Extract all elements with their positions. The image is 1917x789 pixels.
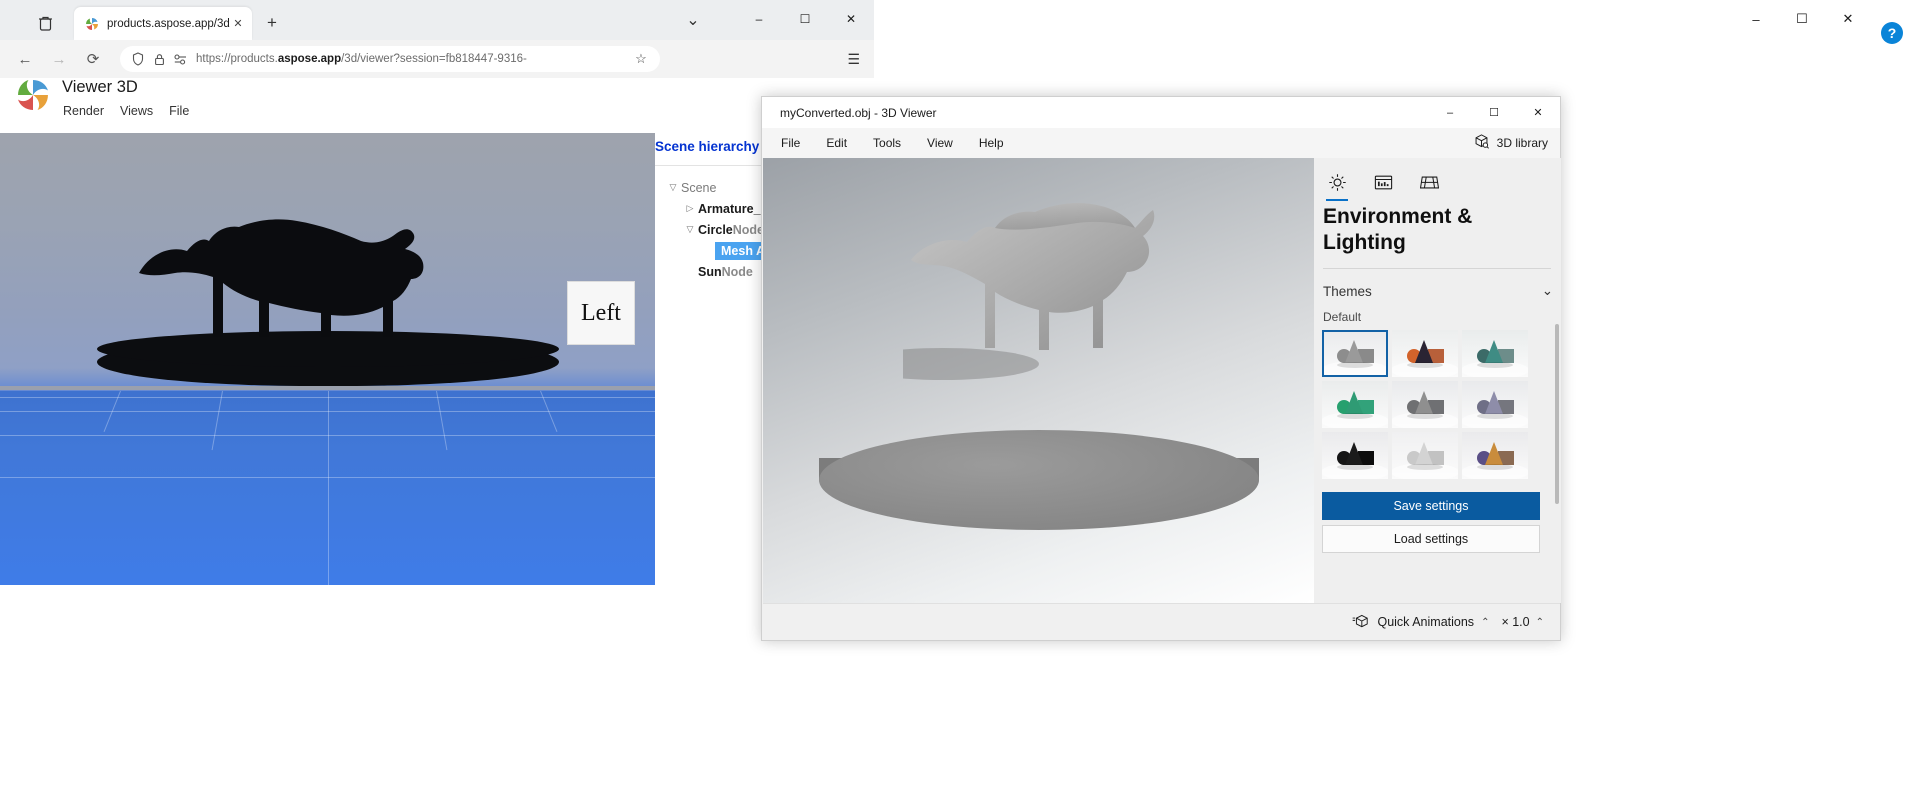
theme-swatch-black[interactable]: [1322, 432, 1388, 479]
hierarchy-node-label: Scene: [681, 180, 717, 195]
theme-swatch-violet[interactable]: [1462, 381, 1528, 428]
panel-tabs: [1314, 164, 1561, 201]
browser-navbar: ← → ⟳ https://products.aspose.app/3d/vie…: [0, 40, 874, 78]
viewport-dog-silhouette: [139, 219, 424, 337]
scene-hierarchy-heading: Scene hierarchy t: [655, 139, 768, 154]
chevron-up-icon[interactable]: ⌃: [1481, 617, 1489, 628]
triangle-collapsed-icon[interactable]: ▷: [682, 203, 698, 214]
3d-viewer-canvas[interactable]: [763, 158, 1314, 603]
new-tab-button[interactable]: +: [258, 9, 286, 37]
menu-file[interactable]: File: [768, 136, 813, 150]
sun-icon[interactable]: [1314, 167, 1360, 201]
theme-group-label: Default: [1323, 310, 1362, 324]
viewer-minimize-button[interactable]: –: [1428, 97, 1472, 128]
theme-swatch-default[interactable]: [1322, 330, 1388, 377]
bookmark-star-icon[interactable]: ☆: [631, 51, 651, 67]
back-icon[interactable]: ←: [8, 44, 42, 74]
theme-swatch-grey[interactable]: [1392, 381, 1458, 428]
browser-menu-icon[interactable]: ☰: [847, 51, 860, 68]
screen: – ☐ ✕ ? products.aspose.app/3d ✕ + ⌄ – ☐…: [0, 0, 1917, 789]
close-icon[interactable]: ✕: [230, 16, 246, 32]
hierarchy-node-label: Armature_: [698, 201, 761, 216]
theme-swatch-sunset[interactable]: [1462, 432, 1528, 479]
animation-cube-icon: [1352, 613, 1370, 632]
playback-speed-control[interactable]: × 1.0 ⌃: [1501, 615, 1544, 629]
viewport-horizon: [0, 386, 655, 390]
lock-icon: [150, 50, 168, 68]
browser-tab-title: products.aspose.app/3d/viewer: [107, 17, 230, 30]
theme-swatch-warm[interactable]: [1392, 330, 1458, 377]
model-platform-top: [819, 430, 1259, 530]
chevron-up-icon[interactable]: ⌃: [1536, 617, 1544, 628]
save-settings-button[interactable]: Save settings: [1322, 492, 1540, 520]
properties-panel: Environment & Lighting Themes ⌄ Default …: [1314, 158, 1561, 603]
address-bar[interactable]: https://products.aspose.app/3d/viewer?se…: [120, 46, 660, 72]
browser-tabstrip: products.aspose.app/3d/viewer ✕ + ⌄ – ☐ …: [0, 0, 874, 40]
3d-viewer-title: myConverted.obj - 3D Viewer: [780, 105, 937, 120]
address-bar-url: https://products.aspose.app/3d/viewer?se…: [196, 53, 527, 65]
menu-item-views[interactable]: Views: [120, 104, 153, 118]
reload-icon[interactable]: ⟳: [76, 44, 110, 74]
viewer-maximize-button[interactable]: ☐: [1472, 97, 1516, 128]
bg-maximize-button[interactable]: ☐: [1779, 0, 1825, 38]
browser-close-button[interactable]: ✕: [828, 0, 874, 38]
hierarchy-node-label: Circle: [698, 222, 733, 237]
3d-library-button[interactable]: 3D library: [1473, 133, 1548, 153]
triangle-expanded-icon[interactable]: ▽: [682, 224, 698, 235]
bg-minimize-button[interactable]: –: [1733, 0, 1779, 38]
model-dog: [903, 203, 1155, 380]
3d-library-label: 3D library: [1496, 136, 1548, 150]
browser-tab[interactable]: products.aspose.app/3d/viewer ✕: [74, 7, 252, 40]
panel-scrollbar[interactable]: [1555, 324, 1559, 504]
browser-maximize-button[interactable]: ☐: [782, 0, 828, 38]
quick-animations-control[interactable]: Quick Animations ⌃: [1352, 613, 1489, 632]
menu-view[interactable]: View: [914, 136, 966, 150]
viewport-ground: [0, 390, 655, 585]
browser-window: products.aspose.app/3d/viewer ✕ + ⌄ – ☐ …: [0, 0, 874, 717]
aspose-3d-viewport[interactable]: Left: [0, 133, 655, 585]
panel-heading: Environment & Lighting: [1323, 205, 1473, 254]
permissions-icon[interactable]: [171, 50, 189, 68]
shield-icon: [129, 50, 147, 68]
aspose-logo-icon: [84, 16, 100, 32]
aspose-brand-logo-icon: [14, 76, 52, 114]
3d-viewer-statusbar: Quick Animations ⌃ × 1.0 ⌃: [763, 603, 1560, 640]
menu-item-render[interactable]: Render: [63, 104, 104, 118]
theme-swatch-green[interactable]: [1322, 381, 1388, 428]
viewer-close-button[interactable]: ✕: [1516, 97, 1560, 128]
image-icon[interactable]: [1360, 167, 1406, 197]
playback-speed-value: × 1.0: [1501, 615, 1530, 629]
3d-viewer-window: myConverted.obj - 3D Viewer – ☐ ✕ File E…: [761, 96, 1561, 641]
chevron-down-icon[interactable]: ⌄: [682, 9, 704, 31]
browser-minimize-button[interactable]: –: [736, 0, 782, 38]
menu-tools[interactable]: Tools: [860, 136, 914, 150]
menu-item-file[interactable]: File: [169, 104, 189, 118]
grid-icon[interactable]: [1406, 167, 1452, 197]
menu-edit[interactable]: Edit: [813, 136, 860, 150]
quick-animations-label: Quick Animations: [1377, 615, 1475, 629]
hierarchy-node-type: Node: [721, 264, 753, 279]
hierarchy-node-label: Sun: [698, 264, 722, 279]
3d-viewer-menubar: File Edit Tools View Help: [762, 128, 1560, 158]
divider: [1323, 268, 1551, 269]
forward-icon[interactable]: →: [42, 44, 76, 74]
aspose-page-menu: Render Views File: [63, 104, 189, 118]
bg-close-button[interactable]: ✕: [1825, 0, 1871, 38]
triangle-expanded-icon[interactable]: ▽: [665, 182, 681, 193]
themes-section-header[interactable]: Themes ⌄: [1323, 278, 1553, 304]
hierarchy-node-type: Node: [732, 222, 764, 237]
tab-actions-icon[interactable]: [26, 6, 64, 40]
menu-help[interactable]: Help: [966, 136, 1017, 150]
themes-label: Themes: [1323, 283, 1372, 299]
help-icon[interactable]: ?: [1881, 22, 1903, 44]
theme-swatch-grid: [1322, 330, 1552, 479]
viewport-view-label[interactable]: Left: [567, 281, 635, 345]
load-settings-button[interactable]: Load settings: [1322, 525, 1540, 553]
theme-swatch-light[interactable]: [1392, 432, 1458, 479]
cube-search-icon: [1473, 133, 1490, 153]
theme-swatch-teal[interactable]: [1462, 330, 1528, 377]
chevron-down-icon[interactable]: ⌄: [1542, 283, 1553, 299]
page-title: Viewer 3D: [62, 78, 138, 96]
